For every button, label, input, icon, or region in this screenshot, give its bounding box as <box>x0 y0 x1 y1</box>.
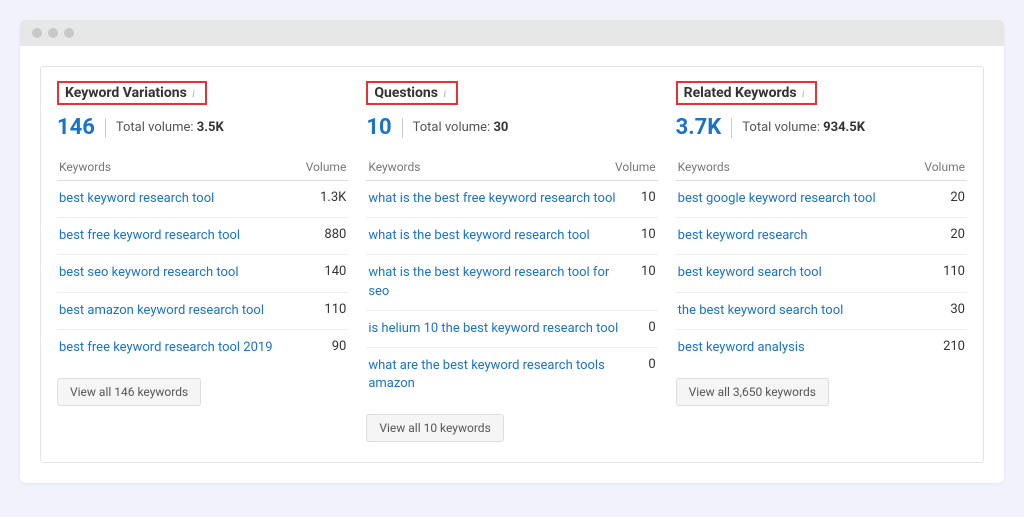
volume-value: 10 <box>641 190 656 205</box>
volume-value: 20 <box>950 227 965 242</box>
divider <box>105 118 106 138</box>
volume-value: 20 <box>950 190 965 205</box>
keyword-link[interactable]: the best keyword search tool <box>678 302 941 320</box>
view-all-button[interactable]: View all 146 keywords <box>57 378 201 406</box>
volume-value: 0 <box>648 320 655 335</box>
keyword-link[interactable]: is helium 10 the best keyword research t… <box>368 320 638 338</box>
table-row: best keyword research 20 <box>676 218 967 255</box>
total-volume-value: 3.5K <box>197 120 224 135</box>
volume-value: 210 <box>943 339 965 354</box>
panel-related-keywords: Related Keywords i 3.7K Total volume: 93… <box>676 81 967 442</box>
table-row: the best keyword search tool 30 <box>676 293 967 330</box>
col-keywords: Keywords <box>59 160 111 174</box>
volume-value: 10 <box>641 264 656 279</box>
table-row: best keyword research tool 1.3K <box>57 181 348 218</box>
panel-questions: Questions i 10 Total volume: 30 Keywords… <box>366 81 657 442</box>
volume-value: 10 <box>641 227 656 242</box>
table-row: best seo keyword research tool 140 <box>57 255 348 292</box>
keyword-link[interactable]: what is the best free keyword research t… <box>368 190 631 208</box>
total-volume-value: 30 <box>493 120 508 135</box>
count-value: 3.7K <box>676 115 722 140</box>
table-row: is helium 10 the best keyword research t… <box>366 311 657 348</box>
table-row: what is the best keyword research tool f… <box>366 255 657 310</box>
total-volume: Total volume: 934.5K <box>742 120 865 135</box>
panel-title: Questions i <box>366 81 458 105</box>
keyword-link[interactable]: best keyword research tool <box>59 190 310 208</box>
count-value: 146 <box>57 115 95 140</box>
total-volume-label: Total volume: <box>742 120 820 135</box>
col-keywords: Keywords <box>678 160 730 174</box>
table-row: best keyword analysis 210 <box>676 330 967 366</box>
view-all-button[interactable]: View all 10 keywords <box>366 414 503 442</box>
panel-title-text: Questions <box>374 85 438 101</box>
table-row: what is the best keyword research tool 10 <box>366 218 657 255</box>
volume-value: 1.3K <box>320 190 346 205</box>
panel-stats: 10 Total volume: 30 <box>366 115 657 140</box>
table-row: best amazon keyword research tool 110 <box>57 293 348 330</box>
volume-value: 30 <box>950 302 965 317</box>
panel-title-text: Keyword Variations <box>65 85 187 101</box>
content-area: Keyword Variations i 146 Total volume: 3… <box>20 46 1004 483</box>
keyword-link[interactable]: best keyword analysis <box>678 339 933 357</box>
keyword-link[interactable]: best amazon keyword research tool <box>59 302 314 320</box>
info-icon[interactable]: i <box>192 86 195 101</box>
info-icon[interactable]: i <box>443 86 446 101</box>
volume-value: 110 <box>943 264 965 279</box>
info-icon[interactable]: i <box>802 86 805 101</box>
view-all-button[interactable]: View all 3,650 keywords <box>676 378 829 406</box>
col-volume: Volume <box>306 160 347 174</box>
volume-value: 880 <box>324 227 346 242</box>
total-volume-label: Total volume: <box>413 120 491 135</box>
table-row: best google keyword research tool 20 <box>676 181 967 218</box>
volume-value: 0 <box>648 357 655 372</box>
table-row: what are the best keyword research tools… <box>366 348 657 402</box>
panel-stats: 146 Total volume: 3.5K <box>57 115 348 140</box>
keyword-link[interactable]: best keyword research <box>678 227 941 245</box>
panel-title: Related Keywords i <box>676 81 817 105</box>
table-header: Keywords Volume <box>676 154 967 181</box>
keyword-link[interactable]: best google keyword research tool <box>678 190 941 208</box>
col-keywords: Keywords <box>368 160 420 174</box>
total-volume-value: 934.5K <box>823 120 865 135</box>
panel-title-text: Related Keywords <box>684 85 797 101</box>
panel-stats: 3.7K Total volume: 934.5K <box>676 115 967 140</box>
table-row: best free keyword research tool 2019 90 <box>57 330 348 366</box>
keyword-link[interactable]: best keyword search tool <box>678 264 933 282</box>
keyword-link[interactable]: best seo keyword research tool <box>59 264 314 282</box>
window-dot-icon <box>64 28 74 38</box>
table-row: best free keyword research tool 880 <box>57 218 348 255</box>
col-volume: Volume <box>615 160 656 174</box>
keyword-link[interactable]: what are the best keyword research tools… <box>368 357 638 393</box>
keyword-link[interactable]: what is the best keyword research tool f… <box>368 264 631 300</box>
total-volume: Total volume: 3.5K <box>116 120 224 135</box>
divider <box>731 118 732 138</box>
window-dot-icon <box>32 28 42 38</box>
table-header: Keywords Volume <box>366 154 657 181</box>
table-header: Keywords Volume <box>57 154 348 181</box>
volume-value: 140 <box>324 264 346 279</box>
divider <box>402 118 403 138</box>
keyword-link[interactable]: what is the best keyword research tool <box>368 227 631 245</box>
total-volume: Total volume: 30 <box>413 120 509 135</box>
window-dot-icon <box>48 28 58 38</box>
volume-value: 90 <box>332 339 347 354</box>
panel-title: Keyword Variations i <box>57 81 207 105</box>
panels-container: Keyword Variations i 146 Total volume: 3… <box>40 66 984 463</box>
keyword-link[interactable]: best free keyword research tool <box>59 227 314 245</box>
panel-keyword-variations: Keyword Variations i 146 Total volume: 3… <box>57 81 348 442</box>
col-volume: Volume <box>924 160 965 174</box>
table-row: what is the best free keyword research t… <box>366 181 657 218</box>
total-volume-label: Total volume: <box>116 120 194 135</box>
window-titlebar <box>20 20 1004 46</box>
app-window: Keyword Variations i 146 Total volume: 3… <box>20 20 1004 483</box>
count-value: 10 <box>366 115 391 140</box>
table-row: best keyword search tool 110 <box>676 255 967 292</box>
keyword-link[interactable]: best free keyword research tool 2019 <box>59 339 322 357</box>
volume-value: 110 <box>324 302 346 317</box>
